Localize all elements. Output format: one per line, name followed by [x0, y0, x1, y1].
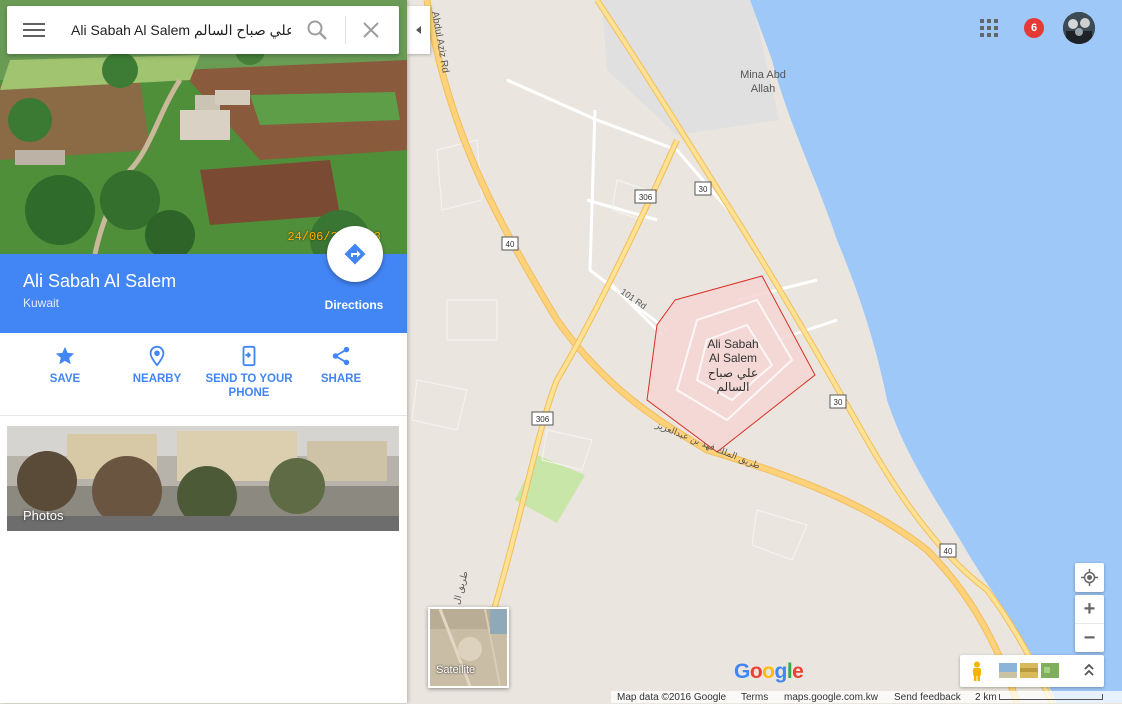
photos-label: Photos	[23, 508, 64, 523]
area-label-en-2: Al Salem	[709, 351, 757, 365]
terms-link[interactable]: Terms	[741, 692, 768, 704]
zoom-control: + −	[1075, 595, 1104, 652]
photos-card[interactable]: Photos	[7, 426, 399, 531]
star-icon	[55, 346, 75, 365]
domain-link[interactable]: maps.google.com.kw	[784, 692, 878, 704]
shield-40-b: 40	[944, 547, 953, 556]
directions-button[interactable]	[327, 226, 383, 282]
scale-label: 2 km	[975, 692, 997, 703]
search-box	[7, 6, 399, 54]
mina-label-2: Allah	[751, 83, 775, 95]
shield-306-b: 306	[536, 415, 550, 424]
nearby-icon	[149, 345, 165, 367]
map-data-text: Map data ©2016 Google	[617, 692, 727, 703]
collapse-panel-button[interactable]	[407, 6, 430, 54]
avatar[interactable]	[1063, 12, 1095, 44]
place-title: Ali Sabah Al Salem	[23, 271, 177, 291]
place-subtitle: Kuwait	[23, 296, 60, 310]
area-label-ar-2: السالم	[717, 380, 750, 394]
shield-30-b: 30	[834, 398, 843, 407]
zoom-out-button[interactable]: −	[1075, 624, 1104, 652]
send-feedback-link[interactable]: Send feedback	[894, 692, 961, 704]
actions-row: SAVE NEARBY SEND TO YOUR PHONE SHARE	[0, 333, 407, 416]
share-button[interactable]: SHARE	[295, 345, 387, 386]
send-to-phone-label: SEND TO YOUR PHONE	[205, 373, 293, 399]
imagery-thumbnails-icon[interactable]	[999, 663, 1059, 678]
my-location-icon	[1081, 569, 1098, 586]
chevron-left-icon	[416, 26, 421, 34]
shield-306-a: 306	[639, 193, 653, 202]
pegman-icon[interactable]	[970, 661, 984, 681]
menu-icon[interactable]	[23, 20, 45, 40]
nearby-label: NEARBY	[132, 373, 182, 385]
photos-thumbnail	[7, 426, 399, 531]
nearby-button[interactable]: NEARBY	[111, 345, 203, 386]
save-label: SAVE	[49, 373, 81, 385]
send-to-phone-icon	[242, 345, 256, 367]
expand-up-icon[interactable]	[1084, 663, 1094, 677]
mina-label-1: Mina Abd	[740, 69, 786, 81]
shield-30-a: 30	[699, 185, 708, 194]
google-logo: Google	[734, 660, 804, 683]
share-icon	[332, 346, 350, 366]
shield-40-a: 40	[506, 240, 515, 249]
map-graphics: Ali Sabah Al Salem علي صباح السالم Mina …	[407, 0, 1122, 703]
send-to-phone-button[interactable]: SEND TO YOUR PHONE	[203, 345, 295, 400]
search-divider	[345, 16, 346, 44]
search-input[interactable]	[71, 17, 291, 43]
apps-grid-icon[interactable]	[979, 18, 999, 38]
share-label: SHARE	[320, 373, 362, 385]
area-label-ar-1: علي صباح	[708, 366, 758, 380]
scale-bar	[999, 694, 1103, 700]
save-button[interactable]: SAVE	[19, 345, 111, 386]
close-icon[interactable]	[359, 18, 383, 42]
map-canvas[interactable]: Ali Sabah Al Salem علي صباح السالم Mina …	[407, 0, 1122, 703]
zoom-in-button[interactable]: +	[1075, 595, 1104, 623]
my-location-button[interactable]	[1075, 563, 1104, 592]
search-icon[interactable]	[305, 18, 329, 42]
satellite-label: Satellite	[436, 664, 476, 676]
area-label-en-1: Ali Sabah	[707, 337, 758, 351]
map-footer: Map data ©2016 Google Terms maps.google.…	[611, 691, 1122, 703]
satellite-toggle[interactable]: Satellite	[428, 607, 509, 688]
layers-bar	[960, 655, 1104, 687]
place-panel: 24/06/2012 13 Ali Sabah Al Salem Kuwait …	[0, 0, 407, 703]
notifications-badge[interactable]: 6	[1024, 18, 1044, 38]
directions-icon	[344, 243, 366, 265]
avatar-image	[1063, 12, 1095, 44]
directions-label[interactable]: Directions	[314, 298, 394, 312]
